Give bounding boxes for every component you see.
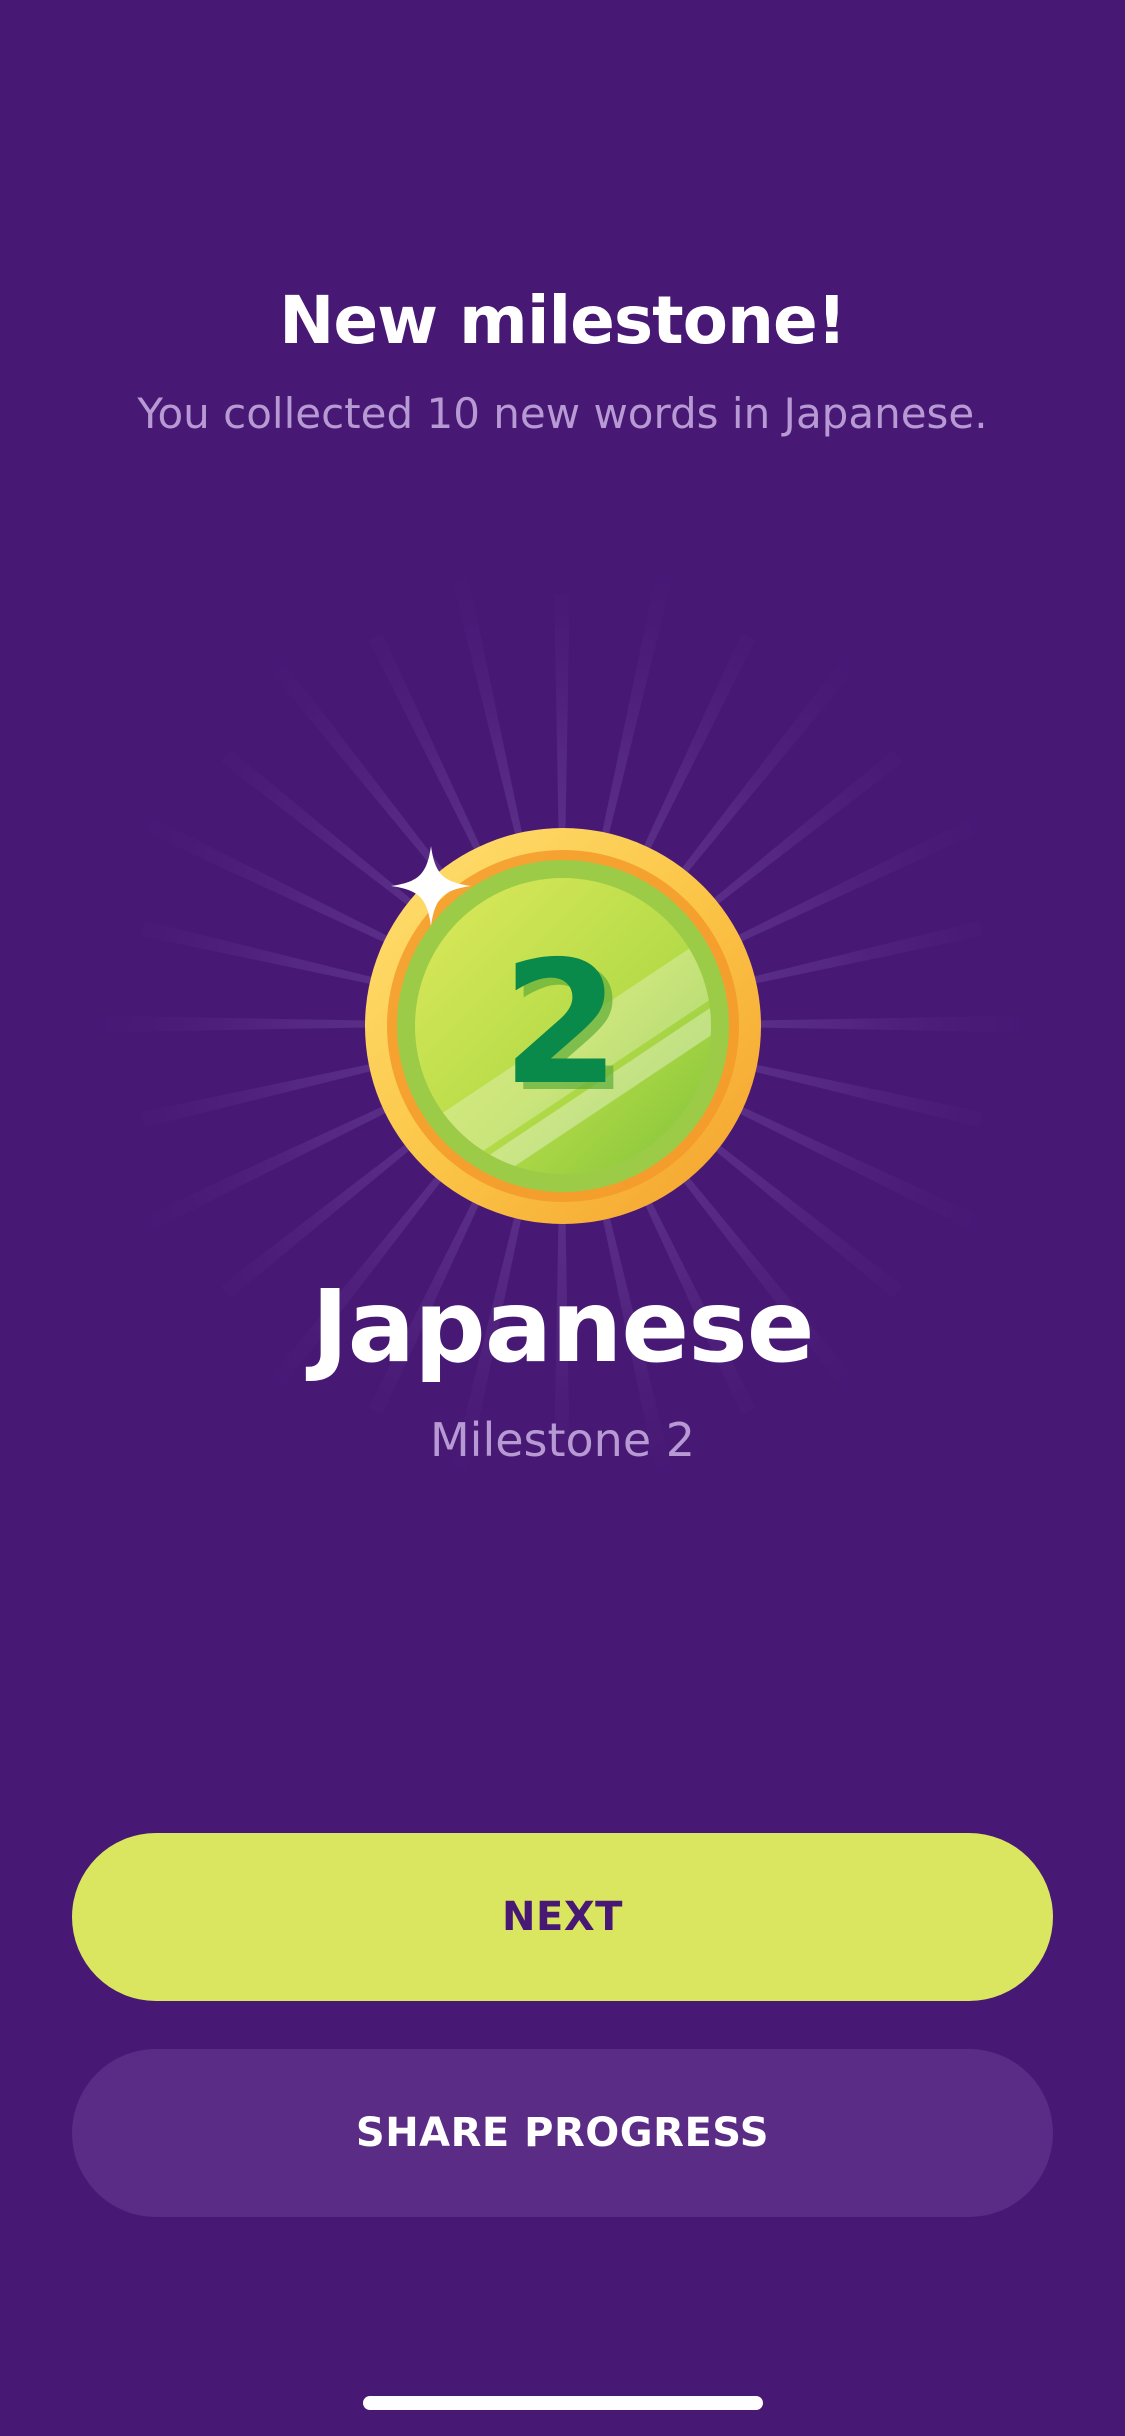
page-subtitle: You collected 10 new words in Japanese. <box>137 389 988 438</box>
home-indicator[interactable] <box>363 2396 763 2410</box>
share-progress-button[interactable]: SHARE PROGRESS <box>72 2049 1053 2217</box>
next-button[interactable]: NEXT <box>72 1833 1053 2001</box>
page-title: New milestone! <box>279 282 847 359</box>
milestone-level-label: Milestone 2 <box>429 1413 696 1467</box>
milestone-screen: New milestone! You collected 10 new word… <box>0 0 1125 2436</box>
language-name: Japanese <box>311 1268 814 1385</box>
medal-number: 2 <box>502 925 620 1123</box>
milestone-medal-icon: 2 2 <box>365 828 761 1224</box>
